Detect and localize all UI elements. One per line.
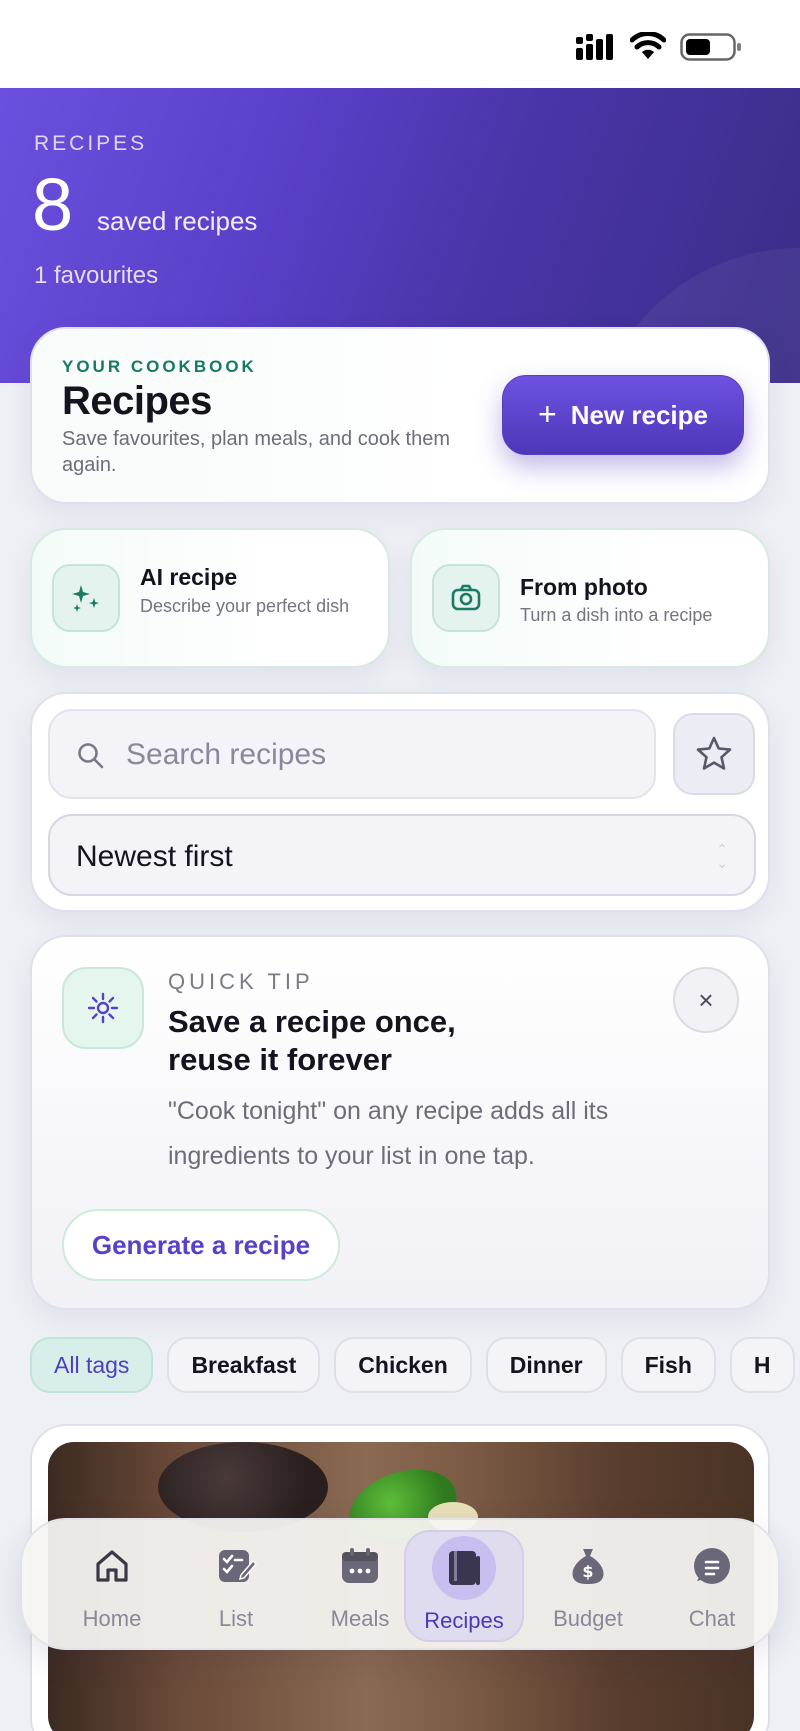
nav-list-label: List: [218, 1606, 254, 1631]
plus-icon: +: [538, 395, 557, 432]
chat-icon: [684, 1538, 740, 1594]
sparkles-icon: [52, 564, 120, 632]
nav-chat[interactable]: Chat: [652, 1530, 772, 1642]
money-bag-icon: $: [560, 1538, 616, 1594]
cookbook-eyebrow: YOUR COOKBOOK: [62, 357, 257, 376]
battery-icon: [680, 33, 741, 61]
nav-meals-label: Meals: [330, 1606, 390, 1631]
nav-meals[interactable]: Meals: [300, 1530, 420, 1642]
nav-list[interactable]: List: [176, 1530, 296, 1642]
recipe-count-label: saved recipes: [97, 206, 258, 236]
ai-recipe-subtitle: Describe your perfect dish: [140, 596, 350, 616]
from-photo-subtitle: Turn a dish into a recipe: [520, 605, 713, 625]
favourites-count: 1 favourites: [34, 262, 159, 289]
nav-chat-label: Chat: [688, 1606, 736, 1631]
tag-all-tags[interactable]: All tags: [30, 1337, 154, 1393]
bottom-nav: Home List Meals Recipes $ Budget Chat: [20, 1518, 780, 1650]
camera-icon: [432, 564, 500, 632]
nav-home[interactable]: Home: [52, 1530, 172, 1642]
sort-value: Newest first: [76, 840, 233, 873]
search-input[interactable]: [126, 731, 626, 779]
hero-label: RECIPES: [34, 132, 148, 155]
recipe-count: 8: [32, 163, 74, 246]
quick-tip-card: QUICK TIP Save a recipe once, reuse it f…: [30, 935, 770, 1310]
from-photo-title: From photo: [520, 574, 648, 600]
tag-partial[interactable]: H: [729, 1337, 795, 1393]
book-icon: [432, 1536, 496, 1600]
nav-recipes-label: Recipes: [424, 1608, 504, 1633]
cookbook-card: YOUR COOKBOOK Recipes Save favourites, p…: [30, 327, 770, 504]
svg-text:$: $: [582, 1562, 593, 1581]
tag-filter-bar: All tags Breakfast Chicken Dinner Fish H: [30, 1337, 800, 1395]
close-icon: ×: [698, 984, 714, 1015]
tip-body: "Cook tonight" on any recipe adds all it…: [168, 1097, 609, 1170]
search-card: Newest first ⌃⌄: [30, 692, 770, 912]
tag-dinner[interactable]: Dinner: [485, 1337, 607, 1393]
sort-select[interactable]: Newest first ⌃ ⌄: [48, 814, 756, 896]
calendar-icon: [332, 1538, 388, 1594]
wifi-icon: [630, 32, 666, 59]
nav-budget[interactable]: $ Budget: [528, 1530, 648, 1642]
nav-recipes[interactable]: Recipes: [404, 1530, 524, 1642]
ai-recipe-button[interactable]: AI recipe Describe your perfect dish: [30, 528, 390, 668]
search-field[interactable]: [48, 709, 656, 799]
checklist-icon: [208, 1538, 264, 1594]
tag-fish[interactable]: Fish: [620, 1337, 716, 1393]
close-tip-button[interactable]: ×: [673, 967, 739, 1033]
star-icon: [696, 736, 732, 770]
page-title: Recipes: [62, 379, 212, 423]
search-icon: [78, 743, 104, 769]
tag-chicken[interactable]: Chicken: [334, 1337, 472, 1393]
tag-breakfast[interactable]: Breakfast: [167, 1337, 321, 1393]
favourites-filter-button[interactable]: [673, 713, 755, 795]
generate-recipe-button[interactable]: Generate a recipe: [62, 1209, 340, 1281]
chevron-updown-icon: ⌃ ⌄: [716, 841, 728, 871]
nav-budget-label: Budget: [553, 1606, 623, 1631]
new-recipe-label: New recipe: [570, 399, 708, 430]
nav-home-label: Home: [82, 1606, 142, 1631]
home-icon: [84, 1538, 140, 1594]
sun-icon: [62, 967, 144, 1049]
tip-eyebrow: QUICK TIP: [168, 969, 314, 994]
tip-title: Save a recipe once, reuse it forever: [168, 1004, 456, 1077]
signal-icon: [576, 34, 613, 60]
ai-recipe-title: AI recipe: [140, 564, 238, 590]
from-photo-button[interactable]: From photo Turn a dish into a recipe: [410, 528, 770, 668]
status-bar: [0, 0, 800, 88]
new-recipe-button[interactable]: + New recipe: [502, 375, 744, 455]
cookbook-description: Save favourites, plan meals, and cook th…: [62, 428, 450, 476]
